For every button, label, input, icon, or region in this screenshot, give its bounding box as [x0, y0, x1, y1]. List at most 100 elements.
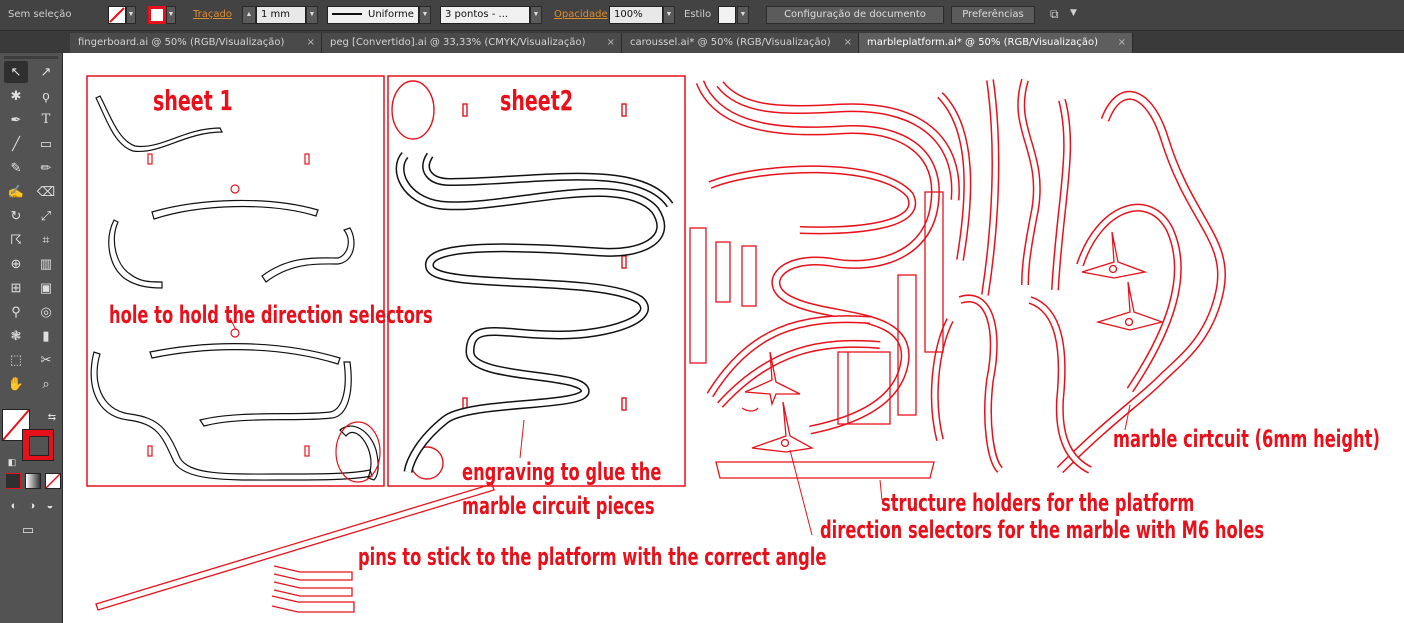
mesh-tool-icon[interactable]: ⊞: [4, 277, 28, 299]
warp-tool-icon[interactable]: ☈: [4, 229, 28, 251]
slice-tool-icon[interactable]: ✂: [34, 349, 58, 371]
stroke-profile-field[interactable]: Uniforme: [327, 6, 419, 24]
artboard-tool-icon[interactable]: ⬚: [4, 349, 28, 371]
selection-tool-icon[interactable]: ↖: [4, 61, 28, 83]
screen-mode-icon[interactable]: ▭: [16, 519, 40, 541]
style-dropdown[interactable]: ▼: [737, 6, 749, 24]
stroke-swatch[interactable]: [148, 6, 166, 24]
tab-fingerboard[interactable]: fingerboard.ai @ 50% (RGB/Visualização) ×: [70, 33, 322, 53]
line-tool-icon[interactable]: ╱: [4, 133, 28, 155]
type-tool-icon[interactable]: T: [34, 109, 58, 131]
pin-hole: [621, 103, 627, 117]
opacity-label[interactable]: Opacidade: [554, 9, 608, 20]
default-colors-icon[interactable]: ◧: [0, 451, 24, 473]
structure-holder: [741, 245, 757, 307]
stroke-label[interactable]: Traçado: [193, 9, 232, 20]
gradient-tool-icon[interactable]: ▣: [34, 277, 58, 299]
structure-holder-base: [715, 461, 935, 479]
brush-dropdown[interactable]: ▼: [530, 6, 542, 24]
annotation-structure: structure holders for the platform: [881, 489, 1195, 517]
pin-hole: [304, 153, 310, 165]
fill-swatch[interactable]: [108, 6, 126, 24]
angle-pin: [271, 595, 355, 613]
paintbrush-tool-icon[interactable]: ✎: [4, 157, 28, 179]
circuit-piece: [261, 227, 355, 283]
lasso-tool-icon[interactable]: ϙ: [34, 85, 58, 107]
circuit-piece: [151, 199, 319, 220]
scale-tool-icon[interactable]: ⤢: [34, 205, 58, 227]
tab-label: caroussel.ai* @ 50% (RGB/Visualização): [630, 37, 831, 48]
eraser-tool-icon[interactable]: ⌫: [34, 181, 58, 203]
pencil-tool-icon[interactable]: ✏: [34, 157, 58, 179]
stroke-dropdown[interactable]: ▼: [166, 6, 176, 24]
hand-tool-icon[interactable]: ✋: [4, 373, 28, 395]
eyedropper-tool-icon[interactable]: ⚲: [4, 301, 28, 323]
gradient-mode-icon[interactable]: [25, 473, 41, 489]
none-mode-icon[interactable]: [45, 473, 61, 489]
opacity-dropdown[interactable]: ▼: [663, 6, 675, 24]
none-slash-icon: [45, 473, 61, 489]
stroke-weight-dropdown[interactable]: ▼: [306, 6, 318, 24]
direct-selection-tool-icon[interactable]: ↗: [34, 61, 58, 83]
tab-label: peg [Convertido].ai @ 33,33% (CMYK/Visua…: [330, 37, 586, 48]
circuit-piece: [90, 351, 373, 481]
opacity-field[interactable]: 100%: [609, 6, 663, 24]
tab-peg[interactable]: peg [Convertido].ai @ 33,33% (CMYK/Visua…: [322, 33, 622, 53]
stroke-profile-dropdown[interactable]: ▼: [419, 6, 431, 24]
pin-hole: [621, 397, 627, 411]
leader-line: [789, 449, 813, 536]
symbol-sprayer-tool-icon[interactable]: ❃: [4, 325, 28, 347]
arrange-documents-icon[interactable]: ⧉: [1050, 7, 1059, 22]
artboard-sheet1[interactable]: [86, 75, 385, 487]
column-graph-tool-icon[interactable]: ▮: [34, 325, 58, 347]
document-setup-button[interactable]: Configuração de documento: [766, 6, 944, 24]
rectangle-tool-icon[interactable]: ▭: [34, 133, 58, 155]
graph-tool-icon[interactable]: ▥: [34, 253, 58, 275]
pen-tool-icon[interactable]: ✒: [4, 109, 28, 131]
free-transform-tool-icon[interactable]: ⌗: [34, 229, 58, 251]
stroke-weight-field[interactable]: 1 mm: [256, 6, 306, 24]
style-swatch[interactable]: [718, 6, 736, 24]
brush-field[interactable]: 3 pontos - ...: [440, 6, 530, 24]
close-icon[interactable]: ×: [1118, 33, 1126, 52]
document-tabs: fingerboard.ai @ 50% (RGB/Visualização) ×…: [0, 31, 1404, 54]
close-icon[interactable]: ×: [307, 33, 315, 52]
selector-hole: [230, 328, 240, 338]
stroke-profile-preview: [332, 13, 362, 15]
stroke-weight-stepper[interactable]: ▲: [242, 6, 256, 24]
rotate-tool-icon[interactable]: ↻: [4, 205, 28, 227]
canvas[interactable]: sheet 1 sheet2 hole to hold the directio…: [63, 53, 1404, 623]
pin-hole: [147, 445, 153, 457]
no-fill-icon: [109, 7, 125, 23]
shape-builder-tool-icon[interactable]: ⊕: [4, 253, 28, 275]
panel-grip[interactable]: [4, 56, 58, 59]
pin-hole: [462, 103, 468, 117]
tab-marbleplatform[interactable]: marbleplatform.ai* @ 50% (RGB/Visualizaç…: [859, 33, 1133, 53]
tools-panel: ↖ ↗ ✱ ϙ ✒ T ╱ ▭ ✎ ✏ ✍ ⌫ ↻ ⤢ ☈ ⌗ ⊕ ▥ ⊞ ▣ …: [0, 53, 63, 623]
fill-dropdown[interactable]: ▼: [126, 6, 136, 24]
tab-caroussel[interactable]: caroussel.ai* @ 50% (RGB/Visualização) ×: [622, 33, 859, 53]
circuit-piece: [199, 361, 352, 427]
annotation-circuit: marble cirtcuit (6mm height): [1113, 425, 1380, 453]
selector-arc: [741, 407, 759, 412]
annotation-pins: pins to stick to the platform with the c…: [358, 543, 827, 571]
magic-wand-tool-icon[interactable]: ✱: [4, 85, 28, 107]
preferences-button[interactable]: Preferências: [951, 6, 1035, 24]
leader-line: [519, 419, 525, 459]
circuit-piece: [149, 343, 341, 365]
selection-status: Sem seleção: [8, 9, 72, 20]
blend-tool-icon[interactable]: ◎: [34, 301, 58, 323]
circuit-track-inner: [1057, 92, 1225, 473]
blob-brush-tool-icon[interactable]: ✍: [4, 181, 28, 203]
annotation-sheet1: sheet 1: [153, 84, 233, 117]
stroke-color-box[interactable]: [22, 429, 54, 461]
chevron-down-icon[interactable]: ▼: [1070, 8, 1077, 18]
swap-colors-icon[interactable]: ⇆: [40, 407, 64, 429]
m6-hole: [1124, 317, 1134, 327]
zoom-tool-icon[interactable]: ⌕: [34, 373, 58, 395]
close-icon[interactable]: ×: [844, 33, 852, 52]
close-icon[interactable]: ×: [607, 33, 615, 52]
color-mode-icon[interactable]: [5, 473, 21, 489]
draw-inside-icon[interactable]: ◒: [38, 495, 62, 517]
circuit-piece: [108, 219, 163, 289]
